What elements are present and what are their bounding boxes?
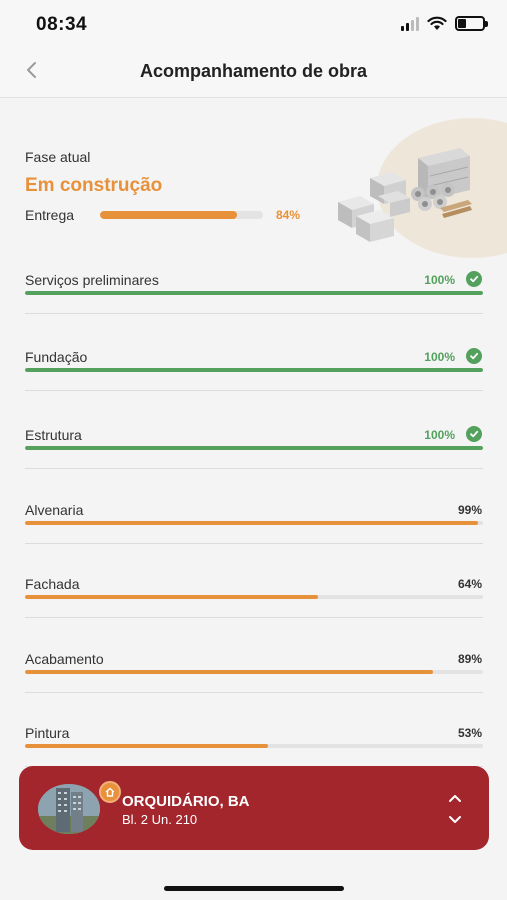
chevron-down-icon — [449, 816, 461, 823]
stage-progress-fill — [25, 670, 433, 674]
stage-percent: 99% — [457, 503, 482, 517]
unit-detail: Bl. 2 Un. 210 — [122, 812, 198, 827]
home-icon — [99, 781, 121, 803]
delivery-percent: 84% — [276, 208, 301, 222]
stage-percent: 100% — [424, 428, 455, 442]
construction-materials-illustration — [338, 148, 472, 242]
delivery-label: Entrega — [25, 207, 75, 223]
stage-progress-fill — [25, 291, 483, 295]
status-bar: 08:34 — [0, 0, 507, 50]
wifi-icon — [427, 16, 447, 30]
stage-progress-bar — [25, 446, 483, 450]
stage-percent: 89% — [457, 652, 482, 666]
stage-percent: 64% — [457, 577, 482, 591]
stage-progress-fill — [25, 595, 319, 599]
stage-name: Fachada — [25, 576, 80, 592]
unit-name: ORQUIDÁRIO, BA — [122, 793, 250, 810]
status-time: 08:34 — [36, 14, 88, 35]
stage-row: Serviços preliminares 100% — [25, 271, 483, 332]
stage-row: Acabamento 89% — [25, 651, 483, 711]
home-indicator — [164, 886, 344, 891]
divider — [25, 692, 483, 693]
unit-selector-card[interactable]: ORQUIDÁRIO, BA Bl. 2 Un. 210 — [19, 766, 489, 850]
phase-value: Em construção — [25, 175, 163, 196]
divider — [25, 313, 483, 314]
current-phase-card: Fase atual Em construção Entrega 84% — [0, 98, 507, 258]
phase-label: Fase atual — [25, 149, 91, 165]
check-circle-icon — [466, 348, 482, 364]
stage-progress-fill — [25, 521, 479, 525]
building-photo — [38, 784, 100, 834]
stage-name: Alvenaria — [25, 502, 84, 518]
navigation-header: Acompanhamento de obra — [0, 50, 507, 98]
stage-progress-bar — [25, 521, 483, 525]
page-title: Acompanhamento de obra — [139, 61, 368, 81]
stage-row: Estrutura 100% — [25, 426, 483, 487]
stage-row: Fachada 64% — [25, 576, 483, 636]
stage-name: Serviços preliminares — [25, 272, 159, 288]
delivery-progress-bar — [100, 211, 263, 219]
expand-toggle[interactable] — [447, 792, 463, 826]
divider — [25, 390, 483, 391]
stage-progress-bar — [25, 368, 483, 372]
stage-progress-fill — [25, 446, 483, 450]
chevron-up-icon — [449, 795, 461, 802]
stage-row: Fundação 100% — [25, 348, 483, 409]
divider — [25, 468, 483, 469]
stage-progress-fill — [25, 368, 483, 372]
stage-name: Fundação — [25, 349, 88, 365]
stage-progress-bar — [25, 595, 483, 599]
stage-percent: 100% — [424, 273, 455, 287]
cell-signal-icon — [401, 16, 419, 31]
divider — [25, 617, 483, 618]
stage-progress-bar — [25, 744, 483, 748]
stage-name: Estrutura — [25, 427, 82, 443]
stage-progress-bar — [25, 670, 483, 674]
check-circle-icon — [466, 426, 482, 442]
stage-percent: 53% — [457, 726, 482, 740]
battery-icon — [455, 16, 488, 31]
stage-progress-bar — [25, 291, 483, 295]
stage-name: Pintura — [25, 725, 70, 741]
divider — [25, 543, 483, 544]
check-circle-icon — [466, 271, 482, 287]
stage-progress-fill — [25, 744, 268, 748]
stage-name: Acabamento — [25, 651, 104, 667]
status-icons — [401, 16, 488, 31]
stage-row: Alvenaria 99% — [25, 502, 483, 562]
stage-percent: 100% — [424, 350, 455, 364]
delivery-progress-fill — [100, 211, 237, 219]
